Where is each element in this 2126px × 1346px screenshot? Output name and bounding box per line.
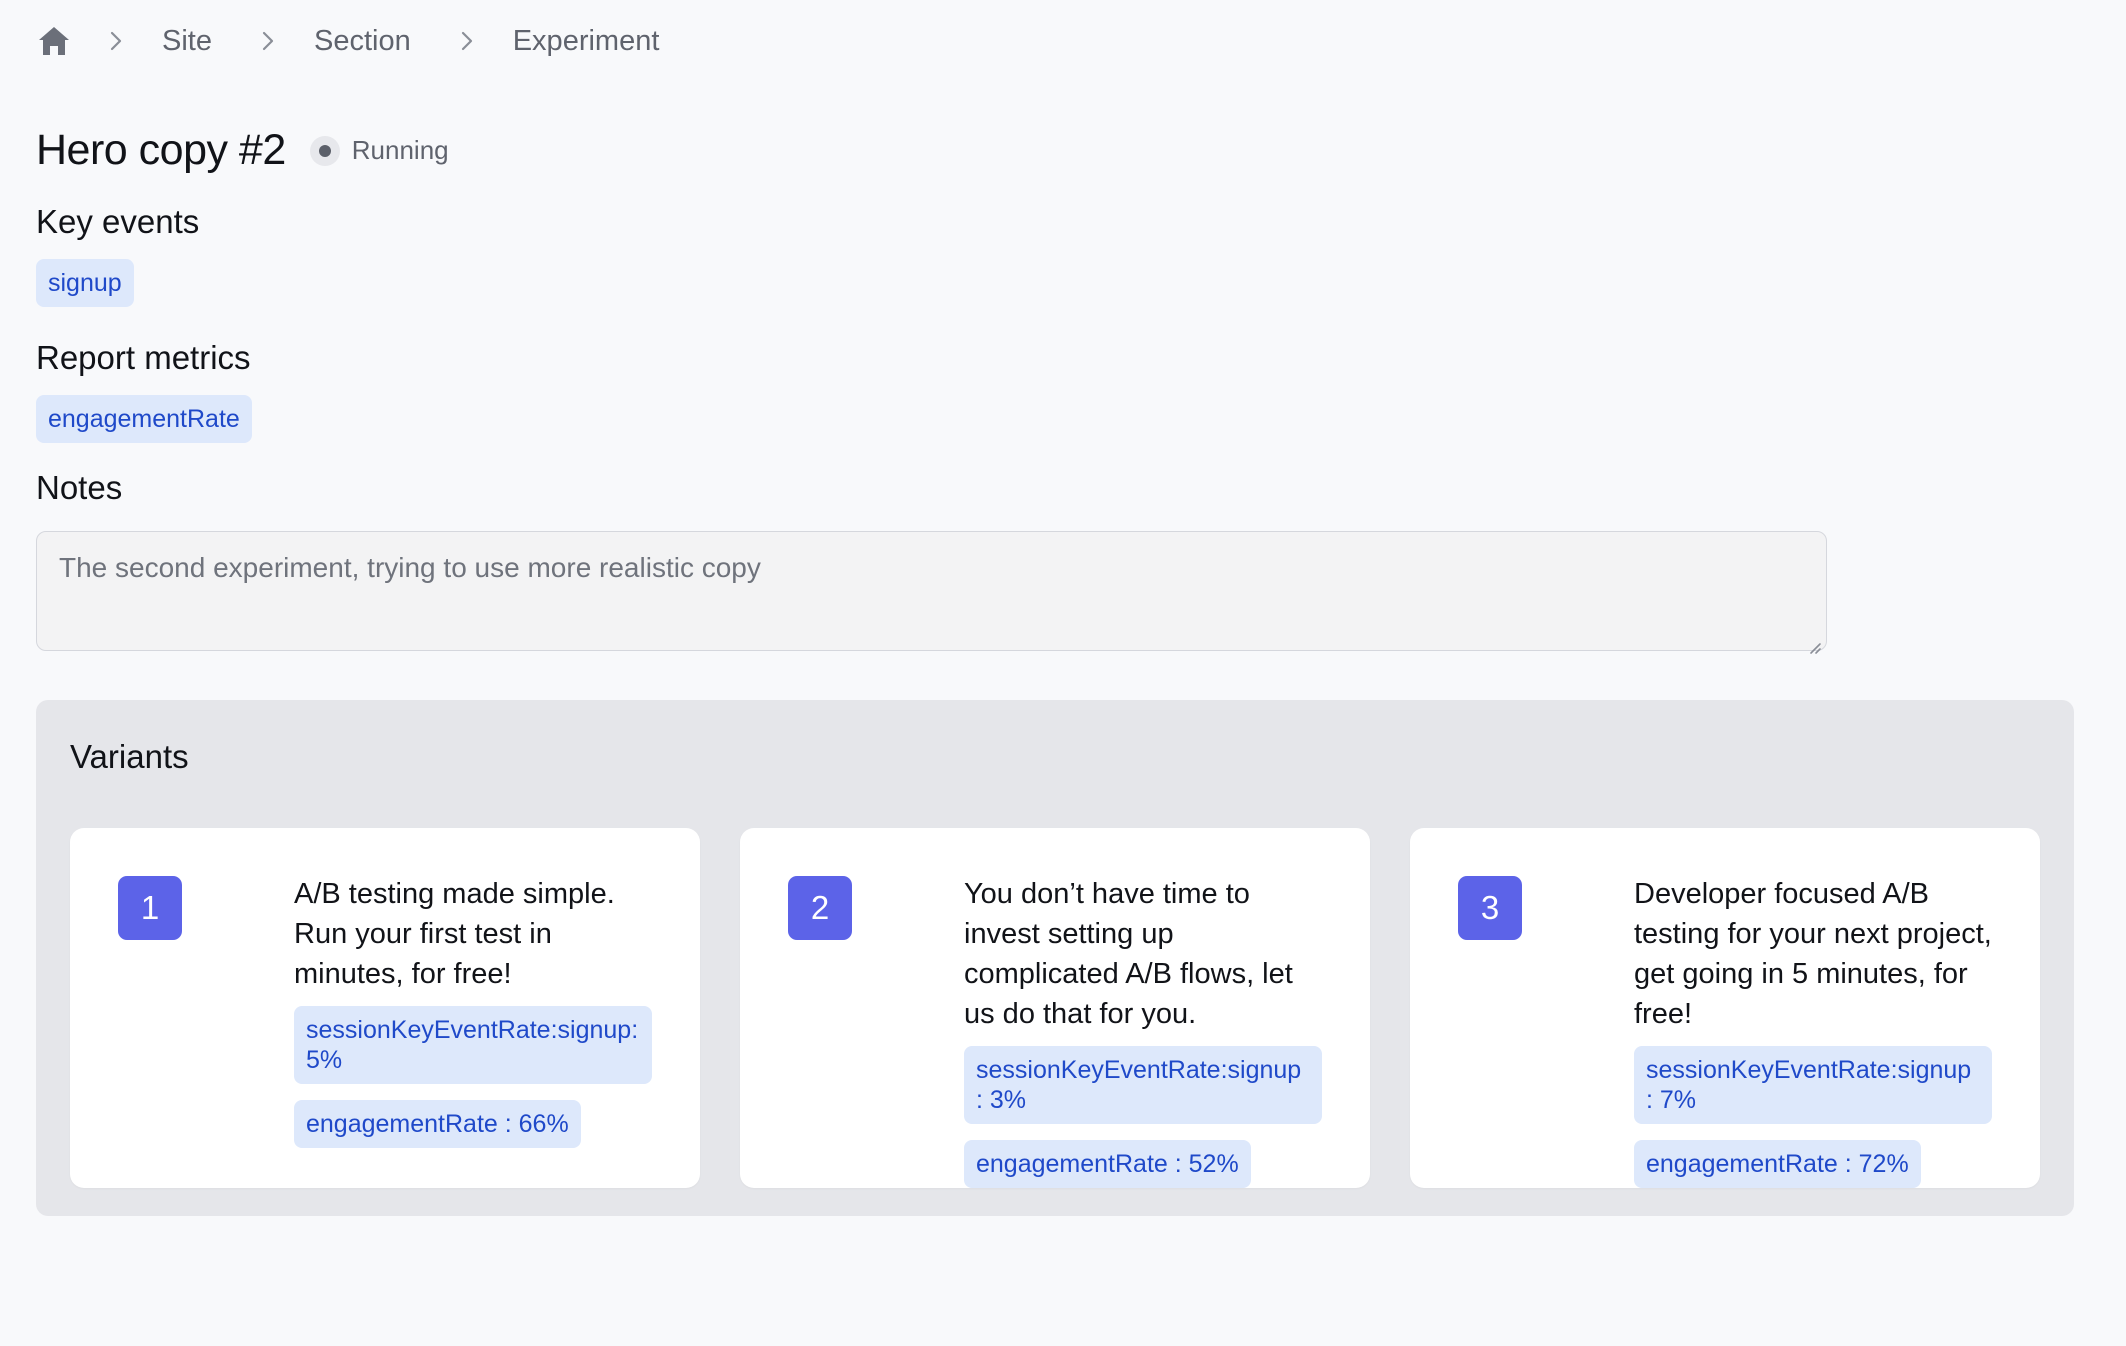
status-dot-icon — [309, 135, 340, 166]
variant-number-badge: 3 — [1458, 876, 1522, 940]
chevron-right-icon — [104, 29, 128, 53]
breadcrumb-experiment-link[interactable]: Experiment — [513, 25, 660, 58]
variant-metric-chip: sessionKeyEventRate:signup : 3% — [964, 1046, 1322, 1124]
report-metric-chip: engagementRate — [36, 395, 252, 443]
variant-metric-row: sessionKeyEventRate:signup: 5% — [294, 1006, 652, 1084]
notes-textarea[interactable]: The second experiment, trying to use mor… — [36, 531, 1827, 654]
variant-metric-row: sessionKeyEventRate:signup : 3% — [964, 1046, 1322, 1124]
variant-cards: 1 A/B testing made simple. Run your firs… — [70, 828, 2040, 1188]
breadcrumb: Site Section Experiment — [36, 0, 2090, 82]
chevron-right-icon — [455, 29, 479, 53]
breadcrumb-section-link[interactable]: Section — [314, 25, 411, 58]
variant-number-badge: 2 — [788, 876, 852, 940]
variant-metric-chip: engagementRate : 52% — [964, 1140, 1251, 1188]
resize-handle-icon[interactable] — [1806, 630, 1822, 654]
breadcrumb-site-link[interactable]: Site — [162, 25, 212, 58]
variant-body: A/B testing made simple. Run your first … — [294, 876, 652, 1188]
variant-copy-text: A/B testing made simple. Run your first … — [294, 878, 615, 990]
variant-body: You don’t have time to invest setting up… — [964, 876, 1322, 1188]
report-metrics-list: engagementRate — [36, 395, 2090, 443]
variant-copy-text: You don’t have time to invest setting up… — [964, 878, 1293, 1030]
variant-metric-row: engagementRate : 72% — [1634, 1140, 1992, 1188]
status-text: Running — [351, 135, 449, 165]
notes-label: Notes — [36, 469, 123, 506]
variant-metric-chip: engagementRate : 66% — [294, 1100, 581, 1148]
status-badge: Running — [309, 135, 449, 166]
variant-card: 1 A/B testing made simple. Run your firs… — [70, 828, 700, 1188]
home-icon[interactable] — [36, 23, 72, 59]
title-row: Hero copy #2 Running — [36, 126, 2090, 175]
key-events-label: Key events — [36, 203, 200, 240]
experiment-page: Site Section Experiment Hero copy #2 Run… — [0, 0, 2126, 1346]
variant-metric-chip: engagementRate : 72% — [1634, 1140, 1921, 1188]
variant-metric-row: engagementRate : 66% — [294, 1100, 652, 1148]
variant-metric-chip: sessionKeyEventRate:signup : 7% — [1634, 1046, 1992, 1124]
variants-title: Variants — [70, 738, 189, 775]
page-title: Hero copy #2 — [36, 126, 286, 174]
variant-body: Developer focused A/B testing for your n… — [1634, 876, 1992, 1188]
variant-card: 2 You don’t have time to invest setting … — [740, 828, 1370, 1188]
notes-text: The second experiment, trying to use mor… — [59, 552, 761, 583]
report-metrics-label: Report metrics — [36, 339, 251, 376]
variant-metric-row: sessionKeyEventRate:signup : 7% — [1634, 1046, 1992, 1124]
variant-metric-chip: sessionKeyEventRate:signup: 5% — [294, 1006, 652, 1084]
variant-copy-text: Developer focused A/B testing for your n… — [1634, 878, 1992, 1030]
variant-metric-row: engagementRate : 52% — [964, 1140, 1322, 1188]
key-events-list: signup — [36, 259, 2090, 307]
chevron-right-icon — [256, 29, 280, 53]
variant-card: 3 Developer focused A/B testing for your… — [1410, 828, 2040, 1188]
variants-panel: Variants 1 A/B testing made simple. Run … — [36, 700, 2074, 1216]
variant-number-badge: 1 — [118, 876, 182, 940]
key-event-chip: signup — [36, 259, 134, 307]
